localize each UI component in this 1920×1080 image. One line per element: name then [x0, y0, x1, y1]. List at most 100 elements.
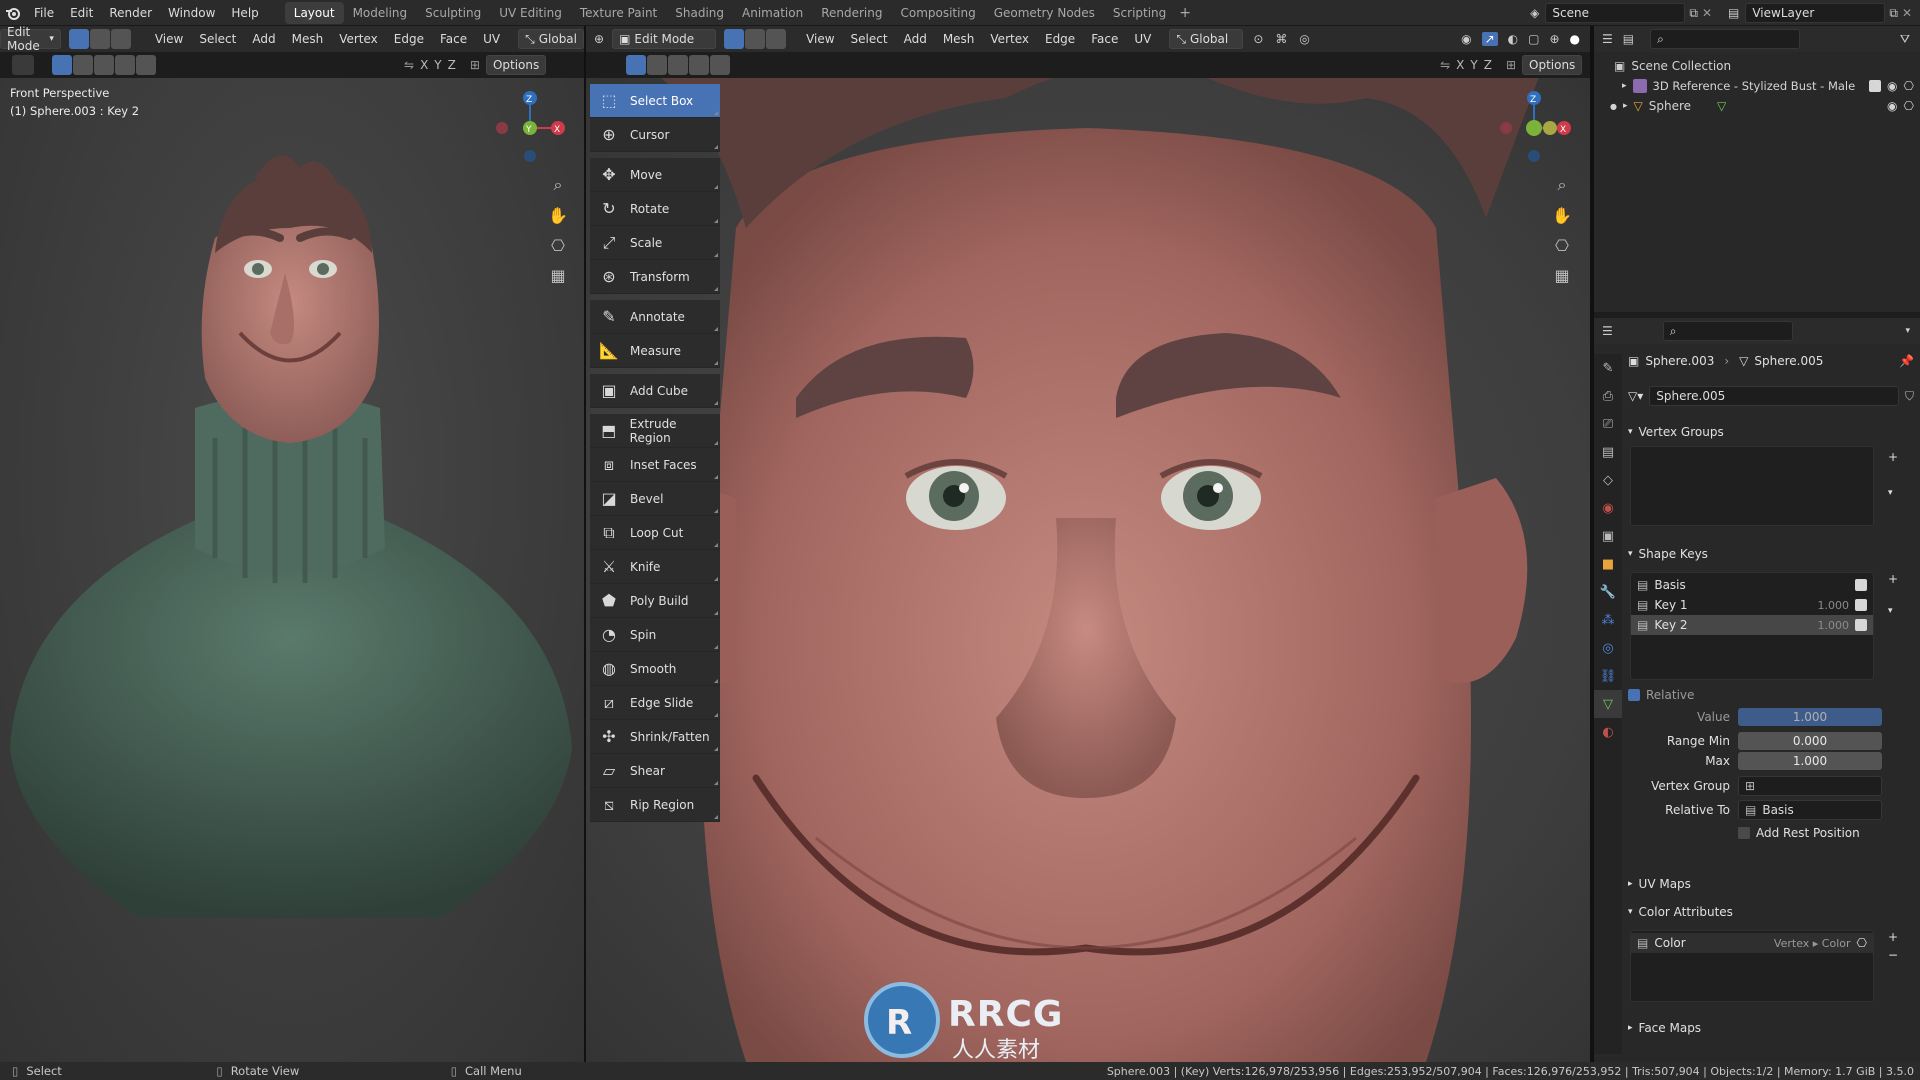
main-menu-uv[interactable]: UV [1126, 32, 1159, 46]
select-new-icon[interactable] [52, 55, 72, 75]
workspace-tab-sculpting[interactable]: Sculpting [416, 2, 490, 24]
select-extend-icon[interactable] [647, 55, 667, 75]
main-menu-vertex[interactable]: Vertex [982, 32, 1037, 46]
workspace-tab-animation[interactable]: Animation [733, 2, 812, 24]
shape-keys-header[interactable]: ▾ Shape Keys [1628, 544, 1914, 564]
properties-editor-icon[interactable]: ☰ [1602, 324, 1613, 338]
remove-icon[interactable]: − [1888, 948, 1898, 962]
constraints-tab-icon[interactable]: ⛓ [1594, 662, 1622, 690]
add-icon[interactable]: + [1888, 572, 1898, 586]
close-scene-icon[interactable]: ✕ [1702, 6, 1712, 20]
new-scene-icon[interactable]: ⧉ [1689, 6, 1698, 21]
menu-help[interactable]: Help [223, 0, 266, 26]
select-intersect-icon[interactable] [136, 55, 156, 75]
select-invert-icon[interactable] [689, 55, 709, 75]
left-options-dropdown[interactable]: Options [485, 55, 546, 75]
left-menu-vertex[interactable]: Vertex [331, 32, 386, 46]
tool-bevel[interactable]: ◪ Bevel [590, 482, 720, 516]
tool-edge-slide[interactable]: ⧄ Edge Slide [590, 686, 720, 720]
tool-rotate[interactable]: ↻ Rotate [590, 192, 720, 226]
relative-to-field[interactable]: ▤ Basis [1738, 800, 1882, 820]
add-workspace-icon[interactable]: + [1179, 5, 1191, 21]
auto-merge-icon[interactable]: ⊞ [1506, 58, 1516, 72]
tool-scale[interactable]: ⤢ Scale [590, 226, 720, 260]
main-axis-y[interactable]: Y [1470, 58, 1477, 72]
blender-logo-icon[interactable] [0, 0, 26, 26]
chevron-down-icon[interactable]: ▾ [1905, 326, 1910, 336]
workspace-tab-shading[interactable]: Shading [666, 2, 733, 24]
add-icon[interactable]: + [1888, 930, 1898, 944]
select-new-icon[interactable] [626, 55, 646, 75]
chevron-down-icon[interactable]: ▾ [1888, 488, 1893, 498]
pan-hand-icon[interactable]: ✋ [545, 202, 571, 228]
gizmo-toggle-icon[interactable]: ↗ [1481, 32, 1498, 46]
camera-icon[interactable]: ⎔ [1549, 232, 1575, 258]
workspace-tab-rendering[interactable]: Rendering [812, 2, 891, 24]
left-menu-add[interactable]: Add [244, 32, 283, 46]
auto-merge-icon[interactable]: ⊞ [470, 58, 480, 72]
view-layer-tab-icon[interactable]: ▤ [1594, 438, 1622, 466]
properties-search-input[interactable]: ⌕ [1662, 321, 1793, 341]
filter-icon[interactable]: ⛛ [1900, 32, 1910, 47]
shape-key-value[interactable]: 1.000 [1818, 619, 1850, 632]
face-select-icon[interactable] [766, 29, 787, 49]
main-menu-add[interactable]: Add [896, 32, 935, 46]
pivot-icon[interactable]: ⊙ [1253, 32, 1263, 46]
view-layer-icon[interactable]: ▤ [1728, 6, 1739, 20]
shape-key-row[interactable]: ▤ Basis [1631, 575, 1873, 595]
outliner-item-reference[interactable]: ▸ 3D Reference - Stylized Bust - Male ◉ … [1594, 76, 1920, 96]
expand-arrow-icon[interactable]: ▸ [1623, 101, 1628, 111]
zoom-icon[interactable]: ⌕ [1549, 172, 1575, 198]
workspace-tab-texture-paint[interactable]: Texture Paint [571, 2, 666, 24]
tool-smooth[interactable]: ◍ Smooth [590, 652, 720, 686]
value-slider[interactable]: 1.000 [1738, 708, 1882, 726]
left-axis-y[interactable]: Y [434, 58, 441, 72]
menu-window[interactable]: Window [160, 0, 223, 26]
outliner-search-input[interactable]: ⌕ [1650, 29, 1801, 49]
workspace-tab-layout[interactable]: Layout [284, 1, 344, 24]
tool-move[interactable]: ✥ Move [590, 158, 720, 192]
display-mode-icon[interactable]: ▤ [1623, 32, 1634, 46]
shape-key-mute-checkbox[interactable] [1855, 599, 1867, 611]
left-menu-face[interactable]: Face [432, 32, 475, 46]
left-axis-z[interactable]: Z [448, 58, 456, 72]
workspace-tab-uv-editing[interactable]: UV Editing [490, 2, 571, 24]
menu-edit[interactable]: Edit [62, 0, 101, 26]
proportional-edit-icon[interactable]: ◎ [1299, 32, 1309, 46]
shape-key-row[interactable]: ▤ Key 2 1.000 [1631, 615, 1873, 635]
main-orientation-dropdown[interactable]: ⤡ Global [1169, 29, 1244, 49]
grid-view-icon[interactable]: ▦ [545, 262, 571, 288]
mesh-name-field[interactable]: Sphere.005 [1649, 386, 1899, 406]
tool-rip-region[interactable]: ⧅ Rip Region [590, 788, 720, 822]
tool-tab-icon[interactable]: ✎ [1594, 354, 1622, 382]
color-attributes-header[interactable]: ▾ Color Attributes [1628, 902, 1914, 922]
left-menu-select[interactable]: Select [191, 32, 244, 46]
tool-loop-cut[interactable]: ⧉ Loop Cut [590, 516, 720, 550]
visibility-icon[interactable]: ◉ [1461, 32, 1471, 46]
material-tab-icon[interactable]: ◐ [1594, 718, 1622, 746]
tool-cursor[interactable]: ⊕ Cursor [590, 118, 720, 152]
close-view-layer-icon[interactable]: ✕ [1902, 6, 1912, 20]
overlay-icon[interactable]: ◐ [1508, 32, 1518, 46]
select-tool-icon[interactable] [12, 55, 34, 75]
shape-key-value[interactable]: 1.000 [1818, 599, 1850, 612]
tool-add-cube[interactable]: ▣ Add Cube [590, 374, 720, 408]
left-orientation-dropdown[interactable]: ⤡ Global [518, 29, 584, 49]
world-tab-icon[interactable]: ◉ [1594, 494, 1622, 522]
tool-shrink-fatten[interactable]: ✣ Shrink/Fatten [590, 720, 720, 754]
eye-icon[interactable]: ◉ [1887, 79, 1897, 93]
menu-file[interactable]: File [26, 0, 62, 26]
menu-render[interactable]: Render [101, 0, 160, 26]
left-axis-x[interactable]: X [420, 58, 428, 72]
main-menu-face[interactable]: Face [1083, 32, 1126, 46]
tool-transform[interactable]: ⊛ Transform [590, 260, 720, 294]
range-min-field[interactable]: 0.000 [1738, 732, 1882, 750]
tool-measure[interactable]: 📐 Measure [590, 334, 720, 368]
workspace-tab-geometry-nodes[interactable]: Geometry Nodes [985, 2, 1104, 24]
tool-spin[interactable]: ◔ Spin [590, 618, 720, 652]
vertex-groups-header[interactable]: ▾ Vertex Groups [1628, 422, 1914, 442]
data-tab-icon[interactable]: ▽ [1594, 690, 1622, 718]
wireframe-shading-icon[interactable]: ⊕ [1549, 32, 1559, 46]
modifier-tab-icon[interactable]: 🔧 [1594, 578, 1622, 606]
expand-arrow-icon[interactable]: ▸ [1622, 81, 1627, 91]
